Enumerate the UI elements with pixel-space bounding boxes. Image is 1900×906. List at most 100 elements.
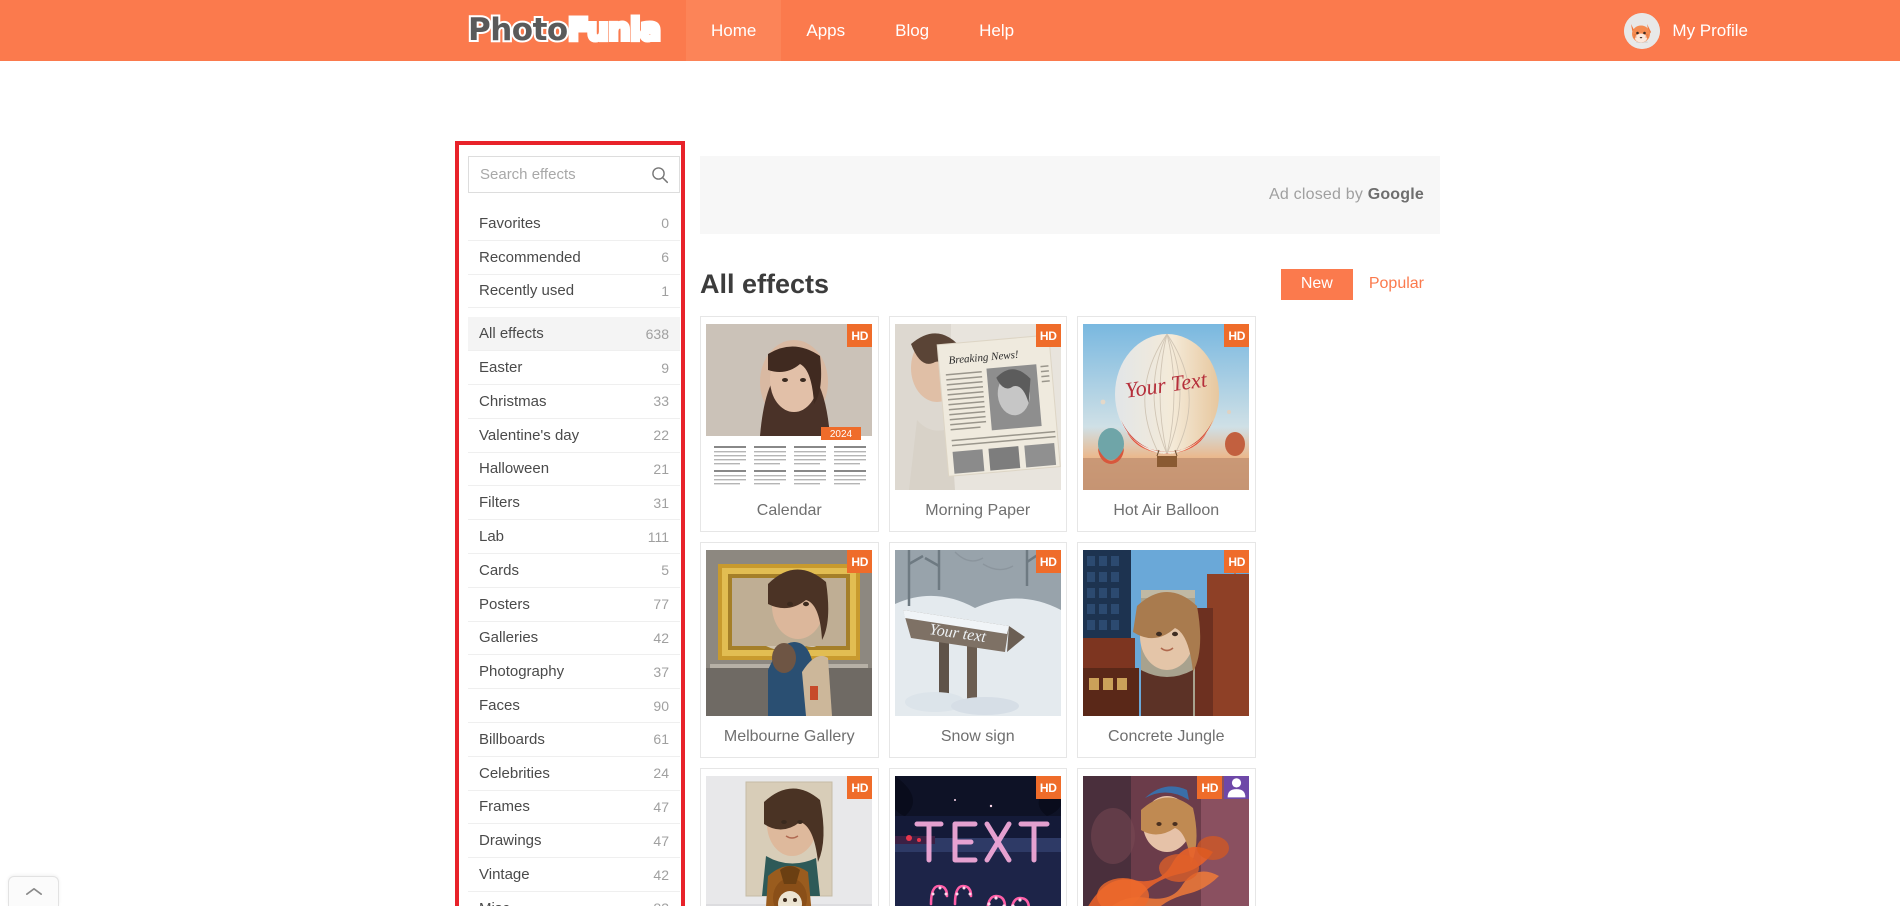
badge-group: HD (1035, 324, 1061, 347)
sidebar-item-recently-used[interactable]: Recently used 1 (468, 275, 680, 309)
sort-toggle-group: New Popular (1280, 268, 1440, 300)
category-label: Faces (479, 697, 520, 715)
category-label: Recommended (479, 248, 581, 266)
category-count: 6 (661, 249, 669, 266)
category-label: All effects (479, 325, 544, 343)
effect-thumbnail: Your Text HD (1083, 324, 1250, 490)
avatar (1624, 12, 1661, 49)
category-label: Misc (479, 900, 510, 906)
effect-label: Snow sign (940, 727, 1015, 745)
search-icon[interactable] (651, 166, 669, 184)
search-input[interactable] (469, 157, 641, 192)
effect-thumbnail: HD (1083, 776, 1250, 906)
category-label: Galleries (479, 629, 539, 647)
effect-thumbnail: 2024 HD (706, 324, 873, 490)
search-effects-box[interactable] (468, 156, 680, 193)
fox-avatar-icon (1624, 12, 1661, 49)
effect-card-melbourne-gallery[interactable]: HD Melbourne Gallery (700, 542, 879, 758)
category-label: Billboards (479, 730, 545, 748)
site-header: Photo Funia Home Apps Blog Help My Profi… (0, 0, 1900, 61)
sort-popular-button[interactable]: Popular (1353, 269, 1440, 300)
scroll-to-top-button[interactable] (8, 876, 59, 906)
photofunia-logo[interactable]: Photo Funia (466, 9, 663, 51)
category-label: Halloween (479, 460, 550, 478)
nav-item-home[interactable]: Home (686, 0, 782, 61)
category-count: 22 (653, 427, 669, 444)
sidebar-item-easter[interactable]: Easter 9 (468, 351, 680, 385)
logo-text-funia: Funia (566, 11, 663, 48)
sidebar-item-recommended[interactable]: Recommended 6 (468, 241, 680, 275)
concrete-jungle-thumb-icon (1083, 550, 1250, 716)
effect-thumbnail: Breaking News! HD (894, 324, 1061, 490)
effect-card-smoke-flare[interactable]: HD Smoke flare (1077, 768, 1256, 906)
category-label: Posters (479, 595, 530, 613)
category-count: 47 (653, 832, 669, 849)
effect-card-concrete-jungle[interactable]: HD Concrete Jungle (1077, 542, 1256, 758)
category-count: 90 (653, 697, 669, 714)
sidebar-item-misc[interactable]: Misc 83 (468, 892, 680, 906)
sidebar-item-galleries[interactable]: Galleries 42 (468, 622, 680, 656)
category-count: 42 (653, 866, 669, 883)
sidebar-item-celebrities[interactable]: Celebrities 24 (468, 757, 680, 791)
badge-group: HD (1035, 550, 1061, 573)
sidebar-item-frames[interactable]: Frames 47 (468, 791, 680, 825)
badge-group: HD (1197, 776, 1250, 799)
effect-card-at-the-gallery[interactable]: HD At the Gallery (700, 768, 879, 906)
morning-paper-thumb-icon: Breaking News! (894, 324, 1061, 490)
sidebar-item-all-effects[interactable]: All effects 638 (468, 317, 680, 352)
sidebar-item-vintage[interactable]: Vintage 42 (468, 858, 680, 892)
nav-item-help[interactable]: Help (954, 0, 1039, 61)
effect-card-snow-sign[interactable]: Your text HD Snow sign (888, 542, 1067, 758)
category-label: Filters (479, 494, 520, 512)
sidebar-item-posters[interactable]: Posters 77 (468, 588, 680, 622)
sidebar-item-christmas[interactable]: Christmas 33 (468, 385, 680, 419)
effect-thumbnail: Your text HD (894, 550, 1061, 716)
main-navigation: Home Apps Blog Help (686, 0, 1039, 61)
hd-badge: HD (847, 550, 873, 573)
category-count: 42 (653, 629, 669, 646)
effect-card-morning-paper[interactable]: Breaking News! HD Morning Paper (888, 316, 1067, 532)
category-count: 83 (653, 900, 669, 906)
page-body: Favorites 0 Recommended 6 Recently used … (0, 61, 1900, 906)
sidebar-item-faces[interactable]: Faces 90 (468, 689, 680, 723)
hot-air-balloon-thumb-icon: Your Text (1083, 324, 1250, 490)
sidebar-item-valentines-day[interactable]: Valentine's day 22 (468, 419, 680, 453)
logo-text-photo: Photo (466, 11, 570, 48)
page-title: All effects (700, 268, 830, 299)
badge-group: HD (1035, 776, 1061, 799)
effect-card-calendar[interactable]: 2024 HD Calendar (700, 316, 879, 532)
ad-banner: Ad closed by Google (700, 156, 1440, 234)
effect-label: Concrete Jungle (1107, 727, 1225, 745)
effect-card-hot-air-balloon[interactable]: Your Text HD Hot Air Balloon (1077, 316, 1256, 532)
sidebar-item-drawings[interactable]: Drawings 47 (468, 824, 680, 859)
sidebar-item-halloween[interactable]: Halloween 21 (468, 453, 680, 487)
sidebar-item-lab[interactable]: Lab 111 (468, 520, 680, 554)
hd-badge: HD (847, 776, 873, 799)
effects-sidebar: Favorites 0 Recommended 6 Recently used … (468, 156, 680, 906)
category-label: Vintage (479, 866, 530, 884)
category-count: 37 (653, 663, 669, 680)
effect-label: Hot Air Balloon (1113, 501, 1220, 519)
effect-card-christmas-writing[interactable]: HD Christmas writing (888, 768, 1067, 906)
category-label: Cards (479, 561, 520, 579)
profile-label: My Profile (1672, 20, 1748, 40)
snow-sign-thumb-icon: Your text (894, 550, 1061, 716)
sidebar-item-billboards[interactable]: Billboards 61 (468, 723, 680, 757)
badge-group: HD (847, 324, 873, 347)
sidebar-item-cards[interactable]: Cards 5 (468, 554, 680, 588)
my-profile-button[interactable]: My Profile (1624, 0, 1748, 61)
person-badge (1224, 776, 1250, 799)
category-label: Favorites (479, 214, 541, 232)
melbourne-gallery-thumb-icon (706, 550, 873, 716)
nav-item-apps[interactable]: Apps (781, 0, 870, 61)
sort-new-button[interactable]: New (1280, 268, 1353, 300)
sidebar-item-photography[interactable]: Photography 37 (468, 655, 680, 690)
sidebar-item-filters[interactable]: Filters 31 (468, 486, 680, 521)
nav-item-blog[interactable]: Blog (870, 0, 954, 61)
category-count: 21 (653, 460, 669, 477)
category-label: Celebrities (479, 764, 550, 782)
category-count: 31 (653, 494, 669, 511)
google-brand-text: Google (1367, 186, 1424, 203)
sidebar-item-favorites[interactable]: Favorites 0 (468, 207, 680, 241)
chevron-up-icon (25, 887, 42, 896)
